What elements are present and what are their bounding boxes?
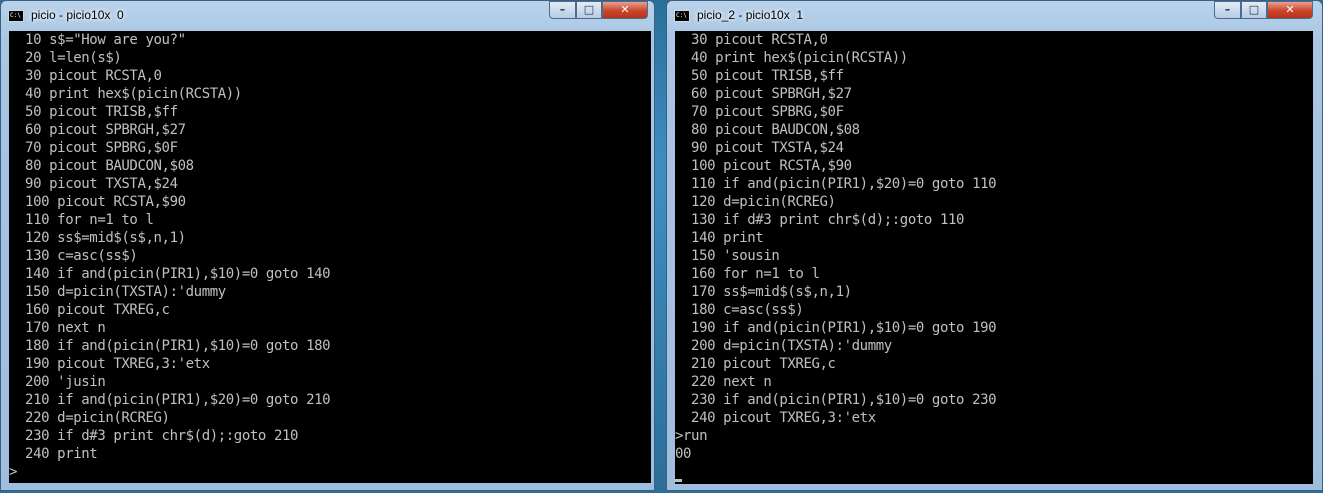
console-line: 220 d=picin(RCREG) <box>9 410 170 426</box>
console-line: 160 for n=1 to l <box>675 266 820 282</box>
console-line: 40 print hex$(picin(RCSTA)) <box>9 86 242 102</box>
console-line: 80 picout BAUDCON,$08 <box>9 158 194 174</box>
console-lines: 10 s$="How are you?" 20 l=len(s$) 30 pic… <box>9 31 331 481</box>
console-line: 180 c=asc(ss$) <box>675 302 804 318</box>
console-line: 220 next n <box>675 374 772 390</box>
console-output[interactable]: 30 picout RCSTA,0 40 print hex$(picin(RC… <box>675 31 1313 484</box>
console-line: 160 picout TXREG,c <box>9 302 170 318</box>
console-line: 60 picout SPBRGH,$27 <box>9 122 186 138</box>
console-line: 140 if and(picin(PIR1),$10)=0 goto 140 <box>9 266 331 282</box>
console-line: 100 picout RCSTA,$90 <box>675 158 852 174</box>
maximize-button[interactable]: □ <box>576 1 602 19</box>
console-line: 30 picout RCSTA,0 <box>675 32 828 48</box>
command-prompt-icon[interactable]: C:\ <box>8 10 24 22</box>
console-line: 80 picout BAUDCON,$08 <box>675 122 860 138</box>
title-bar[interactable]: C:\ picio - picio10x 0 – □ ✕ <box>1 1 654 31</box>
console-line: 240 picout TXREG,3:'etx <box>675 410 876 426</box>
console-line: 130 c=asc(ss$) <box>9 248 138 264</box>
maximize-icon: □ <box>1248 3 1260 16</box>
console-line: 20 l=len(s$) <box>9 50 122 66</box>
maximize-icon: □ <box>583 3 595 16</box>
console-window-picio[interactable]: C:\ picio - picio10x 0 – □ ✕ 10 s$="How … <box>0 0 655 491</box>
console-line: 150 d=picin(TXSTA):'dummy <box>9 284 226 300</box>
console-line: 240 print <box>9 446 98 462</box>
minimize-button[interactable]: – <box>1214 1 1241 19</box>
console-line: 110 if and(picin(PIR1),$20)=0 goto 110 <box>675 176 997 192</box>
console-line: 60 picout SPBRGH,$27 <box>675 86 852 102</box>
window-title: picio_2 - picio10x 1 <box>697 8 804 22</box>
console-line: 230 if d#3 print chr$(d);:goto 210 <box>9 428 299 444</box>
console-line: 210 if and(picin(PIR1),$20)=0 goto 210 <box>9 392 331 408</box>
console-line: 200 d=picin(TXSTA):'dummy <box>675 338 892 354</box>
console-line: >run <box>675 428 708 444</box>
text-cursor <box>675 479 682 482</box>
console-line: 170 ss$=mid$(s$,n,1) <box>675 284 852 300</box>
console-prompt[interactable]: > <box>9 463 330 481</box>
close-button[interactable]: ✕ <box>602 1 648 19</box>
console-line: 40 print hex$(picin(RCSTA)) <box>675 50 908 66</box>
console-line: 110 for n=1 to l <box>9 212 154 228</box>
console-line: 00 <box>675 446 692 462</box>
close-icon: ✕ <box>620 3 630 16</box>
console-prompt[interactable] <box>675 463 996 482</box>
minimize-icon: – <box>559 3 566 16</box>
console-lines: 30 picout RCSTA,0 40 print hex$(picin(RC… <box>675 31 997 482</box>
console-line: 30 picout RCSTA,0 <box>9 68 162 84</box>
console-line: 130 if d#3 print chr$(d);:goto 110 <box>675 212 965 228</box>
console-output[interactable]: 10 s$="How are you?" 20 l=len(s$) 30 pic… <box>9 31 651 483</box>
console-line: 70 picout SPBRG,$0F <box>9 140 178 156</box>
console-line: 120 ss$=mid$(s$,n,1) <box>9 230 186 246</box>
console-line: 100 picout RCSTA,$90 <box>9 194 186 210</box>
title-bar[interactable]: C:\ picio_2 - picio10x 1 – □ ✕ <box>667 1 1322 31</box>
console-line: 140 print <box>675 230 764 246</box>
console-line: 90 picout TXSTA,$24 <box>9 176 178 192</box>
console-line: 90 picout TXSTA,$24 <box>675 140 844 156</box>
console-line: 200 'jusin <box>9 374 106 390</box>
close-icon: ✕ <box>1285 3 1295 16</box>
console-line: 230 if and(picin(PIR1),$10)=0 goto 230 <box>675 392 997 408</box>
maximize-button[interactable]: □ <box>1241 1 1267 19</box>
minimize-button[interactable]: – <box>549 1 576 19</box>
console-line: 50 picout TRISB,$ff <box>675 68 844 84</box>
console-line: 210 picout TXREG,c <box>675 356 836 372</box>
console-window-picio-2[interactable]: C:\ picio_2 - picio10x 1 – □ ✕ 30 picout… <box>666 0 1323 491</box>
console-line: 180 if and(picin(PIR1),$10)=0 goto 180 <box>9 338 331 354</box>
minimize-icon: – <box>1224 3 1231 16</box>
console-line: 190 if and(picin(PIR1),$10)=0 goto 190 <box>675 320 997 336</box>
console-line: 70 picout SPBRG,$0F <box>675 104 844 120</box>
console-line: 190 picout TXREG,3:'etx <box>9 356 210 372</box>
console-line: 120 d=picin(RCREG) <box>675 194 836 210</box>
console-line: 10 s$="How are you?" <box>9 32 186 48</box>
command-prompt-icon[interactable]: C:\ <box>674 10 690 22</box>
console-line: 150 'sousin <box>675 248 780 264</box>
close-button[interactable]: ✕ <box>1267 1 1313 19</box>
console-line: 170 next n <box>9 320 106 336</box>
window-title: picio - picio10x 0 <box>31 8 124 22</box>
console-line: 50 picout TRISB,$ff <box>9 104 178 120</box>
